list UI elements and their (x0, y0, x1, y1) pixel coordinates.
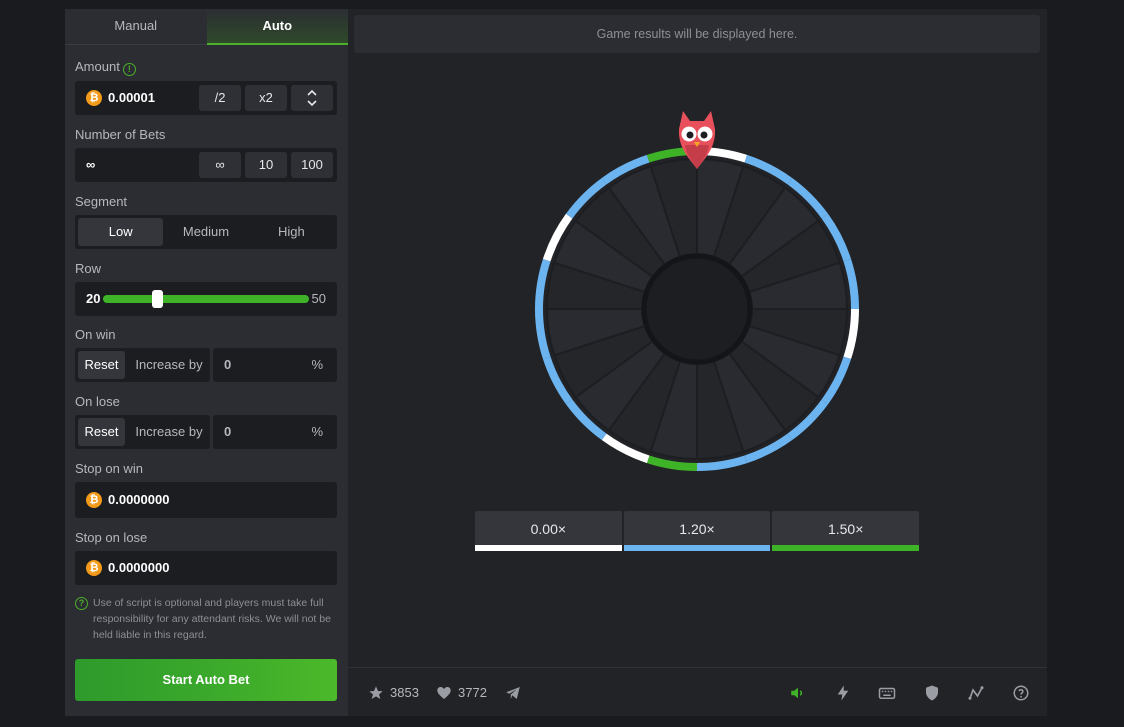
segment-high[interactable]: High (249, 218, 334, 246)
on-lose-reset-button[interactable]: Reset (78, 418, 125, 446)
stop-win-value[interactable]: 0.0000000 (108, 482, 169, 518)
stop-lose-value[interactable]: 0.0000000 (108, 551, 169, 585)
star-icon (369, 685, 383, 699)
favorites-count: 3853 (390, 685, 419, 700)
game-area: Game results will be displayed here. 0.0… (348, 9, 1047, 716)
multiplier-green: 1.50× (772, 511, 920, 551)
stop-win-label: Stop on win (75, 461, 143, 476)
wheel-ring-segment (646, 455, 698, 471)
multiplier-label: 1.50× (827, 521, 864, 537)
half-button[interactable]: /2 (199, 85, 241, 111)
color-bar-blue (623, 545, 771, 551)
stats-icon[interactable] (967, 684, 985, 702)
shield-icon[interactable] (923, 684, 941, 702)
row-slider-thumb[interactable] (152, 290, 163, 308)
segment-selector: Low Medium High (75, 215, 337, 249)
color-bar-green (772, 545, 920, 551)
sound-icon[interactable] (789, 684, 807, 702)
on-lose-controls: Reset Increase by 0 % (75, 415, 337, 449)
amount-field[interactable]: ₿ 0.00001 /2 x2 (75, 81, 337, 115)
row-max-value: 50 (311, 291, 326, 306)
multiplier-white: 0.00× (475, 511, 622, 551)
stop-lose-field[interactable]: ₿ 0.0000000 (75, 551, 337, 585)
on-win-increase-button[interactable]: Increase by (130, 351, 208, 379)
on-lose-label: On lose (75, 394, 120, 409)
keyboard-icon[interactable] (878, 684, 896, 702)
bitcoin-icon: ₿ (86, 560, 102, 576)
on-lose-mode: Reset Increase by (75, 415, 210, 449)
percent-sign: % (311, 357, 323, 372)
telegram-icon[interactable] (504, 684, 522, 702)
stop-win-field[interactable]: ₿ 0.0000000 (75, 482, 337, 518)
bets-infinite-button[interactable]: ∞ (199, 152, 241, 178)
game-footer: 3853 3772 (348, 667, 1047, 716)
amount-value[interactable]: 0.00001 (108, 81, 155, 115)
row-min-value: 20 (86, 291, 101, 306)
bets-10-button[interactable]: 10 (245, 152, 287, 178)
help-icon: ? (75, 597, 88, 610)
likes-count: 3772 (458, 685, 487, 700)
bets-field[interactable]: ∞ ∞ 10 100 (75, 148, 337, 182)
wheel-ring-segment (843, 258, 859, 310)
on-win-controls: Reset Increase by 0 % (75, 348, 337, 382)
bitcoin-icon: ₿ (86, 492, 102, 508)
on-lose-percent-value[interactable]: 0 (224, 415, 231, 449)
tab-manual[interactable]: Manual (65, 9, 207, 45)
wheel-hub (641, 253, 753, 365)
multiplier-label: 0.00× (530, 521, 567, 537)
heart-icon (437, 686, 451, 699)
wheel-ring-segment (535, 308, 551, 360)
multiplier-blue: 1.20× (623, 511, 771, 551)
lightning-icon[interactable] (834, 684, 852, 702)
bitcoin-icon: ₿ (86, 90, 102, 106)
chevron-updown-icon[interactable] (291, 85, 333, 111)
on-win-percent-input[interactable]: 0 % (213, 348, 337, 382)
stop-lose-label: Stop on lose (75, 530, 148, 545)
row-label: Row (75, 261, 102, 276)
wheel-ring-segment (843, 308, 859, 360)
help-icon[interactable] (1012, 684, 1030, 702)
multiplier-label: 1.20× (679, 521, 715, 537)
segment-low[interactable]: Low (78, 218, 164, 246)
bets-value[interactable]: ∞ (86, 148, 95, 182)
likes-counter[interactable]: 3772 (436, 668, 487, 717)
on-win-reset-button[interactable]: Reset (78, 351, 125, 379)
script-disclaimer: ? Use of script is optional and players … (75, 595, 339, 643)
row-slider: 20 50 (75, 282, 337, 316)
on-win-percent-value[interactable]: 0 (224, 348, 231, 382)
row-slider-track[interactable] (103, 295, 309, 303)
bets-100-button[interactable]: 100 (291, 152, 333, 178)
on-lose-increase-button[interactable]: Increase by (130, 418, 208, 446)
favorites-counter[interactable]: 3853 (368, 668, 419, 717)
results-bar: Game results will be displayed here. (354, 15, 1040, 53)
amount-label-row: Amount! (75, 59, 136, 76)
color-bar-white (475, 545, 622, 551)
bet-panel: Manual Auto Amount! ₿ 0.00001 /2 x2 Numb… (65, 9, 348, 716)
bets-label: Number of Bets (75, 127, 166, 142)
on-win-label: On win (75, 327, 116, 342)
wheel (535, 111, 859, 471)
percent-sign: % (311, 424, 323, 439)
amount-label: Amount (75, 59, 120, 74)
info-icon[interactable]: ! (122, 63, 136, 76)
on-win-mode: Reset Increase by (75, 348, 210, 382)
start-auto-bet-button[interactable]: Start Auto Bet (75, 659, 337, 701)
mode-tabs: Manual Auto (65, 9, 348, 45)
segment-medium[interactable]: Medium (163, 218, 248, 246)
segment-label: Segment (75, 194, 128, 209)
on-lose-percent-input[interactable]: 0 % (213, 415, 337, 449)
disclaimer-text: Use of script is optional and players mu… (93, 597, 331, 641)
wheel-ring-segment (696, 455, 748, 471)
double-button[interactable]: x2 (245, 85, 287, 111)
multiplier-legend: 0.00× 1.20× 1.50× (475, 511, 920, 551)
tab-auto[interactable]: Auto (206, 9, 348, 45)
wheel-ring-segment (535, 258, 551, 310)
